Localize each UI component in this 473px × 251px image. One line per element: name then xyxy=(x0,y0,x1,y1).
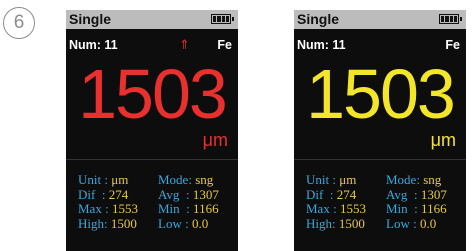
min-label: Min xyxy=(386,201,408,216)
reading-unit: μm xyxy=(430,130,456,150)
mode-title: Single xyxy=(69,11,112,27)
dif-value: 274 xyxy=(336,186,357,202)
mode-value: sng xyxy=(195,172,214,187)
dif-value: 274 xyxy=(108,186,129,202)
header-row: Num: 11 ⇑ Fe xyxy=(69,37,235,54)
avg-value: 1307 xyxy=(420,186,447,202)
unit-label: Unit xyxy=(78,172,102,187)
avg-label: Avg xyxy=(386,186,408,202)
max-value: 1553 xyxy=(111,201,138,216)
high-label: High xyxy=(78,215,104,231)
low-label: Low xyxy=(158,215,182,231)
step-number-badge: 6 xyxy=(3,7,35,39)
max-label: Max xyxy=(78,201,102,216)
thickness-reading: 1503 xyxy=(78,55,228,133)
header-row: Num: 11 Fe xyxy=(297,38,463,54)
title-bar: Single xyxy=(294,10,466,29)
avg-label: Avg xyxy=(158,186,180,202)
substrate-material: Fe xyxy=(217,38,232,52)
reading-unit: μm xyxy=(202,130,228,150)
mode-label: Mode xyxy=(158,172,189,187)
measurement-count: Num: 11 xyxy=(297,38,346,52)
over-limit-arrow-icon: ⇑ xyxy=(179,37,190,52)
device-screen-yellow: Single Num: 11 Fe 1503 μm Unit : μm Mode… xyxy=(294,10,466,251)
mode-label: Mode xyxy=(386,172,417,187)
substrate-material: Fe xyxy=(445,38,460,52)
divider xyxy=(66,159,238,160)
unit-value: μm xyxy=(339,172,357,187)
dif-label: Dif xyxy=(78,186,96,202)
avg-value: 1307 xyxy=(192,186,219,202)
divider xyxy=(294,159,466,160)
max-label: Max xyxy=(306,201,330,216)
mode-value: sng xyxy=(423,172,442,187)
min-value: 1166 xyxy=(421,201,447,216)
battery-icon xyxy=(439,14,462,24)
high-value: 1500 xyxy=(338,215,365,231)
min-value: 1166 xyxy=(193,201,219,216)
low-value: 0.0 xyxy=(191,215,209,231)
statistics-panel: Unit : μm Mode: sng Dif : 274 Avg : 1307… xyxy=(78,172,219,231)
unit-value: μm xyxy=(111,172,129,187)
low-label: Low xyxy=(386,215,410,231)
device-screen-red: Single Num: 11 ⇑ Fe 1503 μm Unit : μm Mo… xyxy=(66,10,238,251)
thickness-reading: 1503 xyxy=(306,55,456,133)
measurement-count: Num: 11 xyxy=(69,38,118,52)
high-value: 1500 xyxy=(110,215,137,231)
dif-label: Dif xyxy=(306,186,324,202)
battery-icon xyxy=(211,14,234,24)
title-bar: Single xyxy=(66,10,238,29)
max-value: 1553 xyxy=(339,201,366,216)
low-value: 0.0 xyxy=(419,215,437,231)
min-label: Min xyxy=(158,201,180,216)
unit-label: Unit xyxy=(306,172,330,187)
high-label: High xyxy=(306,215,332,231)
mode-title: Single xyxy=(297,11,340,27)
statistics-panel: Unit : μm Mode: sng Dif : 274 Avg : 1307… xyxy=(306,172,447,231)
